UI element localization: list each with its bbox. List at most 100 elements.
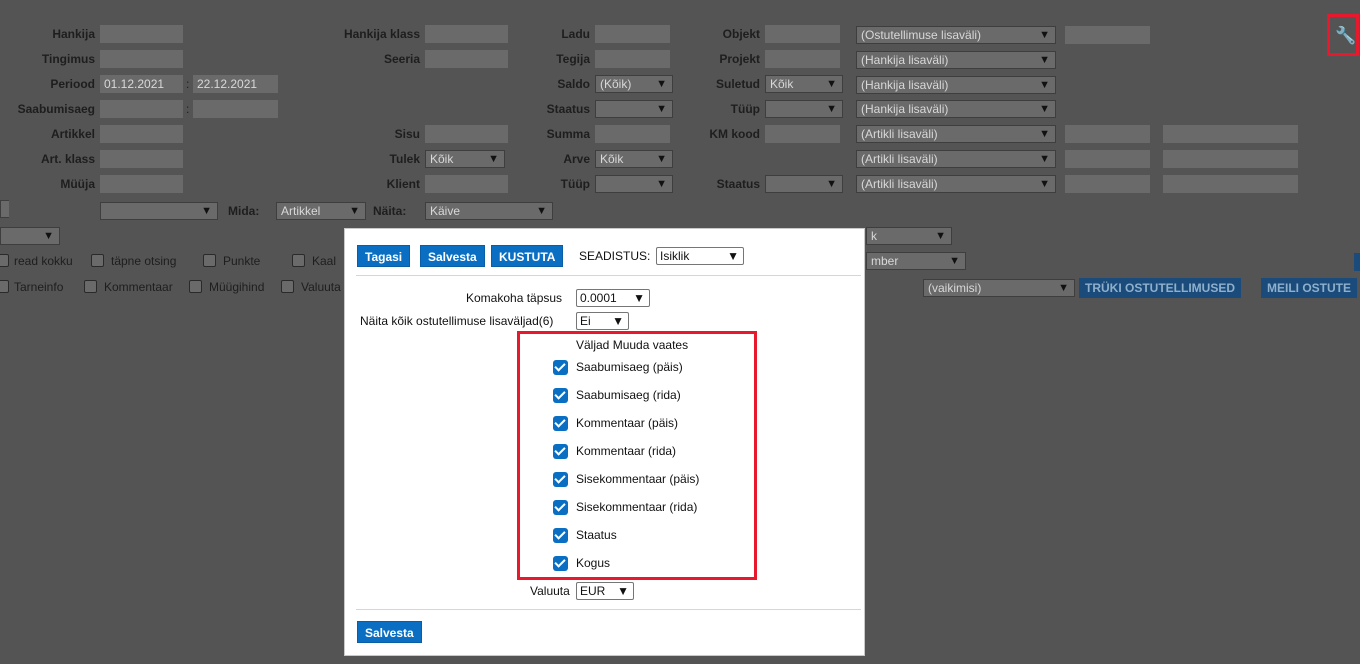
tapne-otsing-checkbox[interactable]	[91, 254, 104, 267]
field-label: Staatus	[576, 528, 617, 542]
print-template-value: (vaikimisi)	[928, 281, 982, 295]
label-arve: Arve	[563, 152, 590, 166]
kommentaar-checkbox[interactable]	[84, 280, 97, 293]
chevron-down-icon: ▼	[656, 103, 667, 115]
muugihind-checkbox[interactable]	[189, 280, 202, 293]
km-kood-field[interactable]	[765, 125, 840, 143]
right-edge-button[interactable]	[1354, 253, 1360, 271]
objekt-field[interactable]	[765, 25, 840, 43]
lisavali-value: (Artikli lisaväli)	[861, 177, 938, 191]
lisavali-value-field-6[interactable]	[1065, 150, 1150, 168]
show-fields-select[interactable]: Ei ▼	[576, 312, 629, 330]
klient-field[interactable]	[425, 175, 508, 193]
mail-orders-button[interactable]: MEILI OSTUTE	[1261, 278, 1357, 298]
lisavali-select-4[interactable]: (Hankija lisaväli) ▼	[856, 100, 1056, 118]
chevron-down-icon: ▼	[617, 584, 629, 598]
ladu-field[interactable]	[595, 25, 670, 43]
checkbox-checked[interactable]	[553, 556, 568, 571]
label-tuup: Tüüp	[560, 177, 590, 191]
lisavali-value-field-7[interactable]	[1065, 175, 1150, 193]
checkbox-checked[interactable]	[553, 528, 568, 543]
lisavali-select-1[interactable]: (Ostutellimuse lisaväli) ▼	[856, 26, 1056, 44]
lisavali-select-3[interactable]: (Hankija lisaväli) ▼	[856, 76, 1056, 94]
lisavali-value-field-1[interactable]	[1065, 26, 1150, 44]
kaal-checkbox[interactable]	[292, 254, 305, 267]
left-edge-select[interactable]	[0, 200, 9, 218]
tuup2-select[interactable]: ▼	[765, 100, 843, 118]
punkte-checkbox[interactable]	[203, 254, 216, 267]
lisavali-value-field-6b[interactable]	[1163, 150, 1298, 168]
naita-value: Käive	[430, 204, 461, 218]
settings-value: Isiklik	[660, 249, 690, 263]
lisavali-select-7[interactable]: (Artikli lisaväli) ▼	[856, 175, 1056, 193]
right-select-2[interactable]: mber ▼	[866, 252, 966, 270]
chevron-down-icon: ▼	[1039, 178, 1050, 190]
tulek-select[interactable]: Kõik ▼	[425, 150, 505, 168]
field-label: Sisekommentaar (päis)	[576, 472, 700, 486]
lisavali-value-field-5b[interactable]	[1163, 125, 1298, 143]
delete-button[interactable]: KUSTUTA	[491, 245, 564, 267]
tuup-select[interactable]: ▼	[595, 175, 673, 193]
checkbox-checked[interactable]	[553, 472, 568, 487]
lisavali-value-field-7b[interactable]	[1163, 175, 1298, 193]
arve-select[interactable]: Kõik ▼	[595, 150, 673, 168]
muugihind-label: Müügihind	[209, 280, 265, 294]
naita-select[interactable]: Käive ▼	[425, 202, 553, 220]
label-art-klass: Art. klass	[40, 152, 95, 166]
field-label: Kommentaar (päis)	[576, 416, 679, 430]
label-hankija-klass: Hankija klass	[343, 27, 420, 41]
tulek-value: Kõik	[430, 152, 454, 166]
tegija-field[interactable]	[595, 50, 670, 68]
checkbox-checked[interactable]	[553, 500, 568, 515]
hankija-field[interactable]	[100, 25, 183, 43]
read-kokku-checkbox[interactable]	[0, 254, 9, 267]
art-klass-field[interactable]	[100, 150, 183, 168]
bottom-save-button[interactable]: Salvesta	[357, 621, 422, 643]
label-suletud: Suletud	[716, 77, 760, 91]
checkbox-checked[interactable]	[553, 360, 568, 375]
muuja-field[interactable]	[100, 175, 183, 193]
saldo-select[interactable]: (Kõik) ▼	[595, 75, 673, 93]
print-orders-button[interactable]: TRÜKI OSTUTELLIMUSED	[1079, 278, 1241, 298]
tingimus-field[interactable]	[100, 50, 183, 68]
right-select-1[interactable]: k ▼	[866, 227, 952, 245]
valuuta-checkbox[interactable]	[281, 280, 294, 293]
group-select[interactable]: ▼	[100, 202, 218, 220]
checkbox-checked[interactable]	[553, 444, 568, 459]
artikkel-field[interactable]	[100, 125, 183, 143]
print-template-select[interactable]: (vaikimisi) ▼	[923, 279, 1075, 297]
hankija-klass-field[interactable]	[425, 25, 508, 43]
staatus2-select[interactable]: ▼	[765, 175, 843, 193]
lisavali-select-2[interactable]: (Hankija lisaväli) ▼	[856, 51, 1056, 69]
periood-from-field[interactable]: 01.12.2021	[100, 75, 183, 93]
row2-select[interactable]: ▼	[0, 227, 60, 245]
summa-field[interactable]	[595, 125, 670, 143]
periood-separator: :	[186, 77, 190, 91]
periood-to-field[interactable]: 22.12.2021	[193, 75, 278, 93]
checkbox-checked[interactable]	[553, 388, 568, 403]
tapne-otsing-label: täpne otsing	[111, 254, 177, 268]
save-button[interactable]: Salvesta	[420, 245, 485, 267]
mida-select[interactable]: Artikkel ▼	[276, 202, 366, 220]
suletud-select[interactable]: Kõik ▼	[765, 75, 843, 93]
saabumisaeg-from-field[interactable]	[100, 100, 183, 118]
lisavali-select-6[interactable]: (Artikli lisaväli) ▼	[856, 150, 1056, 168]
sisu-field[interactable]	[425, 125, 508, 143]
field-label: Sisekommentaar (rida)	[576, 500, 698, 514]
tarneinfo-checkbox[interactable]	[0, 280, 9, 293]
tarneinfo-label: Tarneinfo	[14, 280, 64, 294]
settings-label: SEADISTUS:	[579, 249, 651, 263]
projekt-field[interactable]	[765, 50, 840, 68]
settings-wrench-highlight[interactable]: 🔧	[1327, 14, 1359, 56]
back-button[interactable]: Tagasi	[357, 245, 411, 267]
saabumisaeg-to-field[interactable]	[193, 100, 278, 118]
field-label: Kogus	[576, 556, 611, 570]
decimal-select[interactable]: 0.0001 ▼	[576, 289, 650, 307]
lisavali-value-field-5[interactable]	[1065, 125, 1150, 143]
currency-select[interactable]: EUR ▼	[576, 582, 634, 600]
settings-select[interactable]: Isiklik ▼	[656, 247, 744, 265]
staatus-select[interactable]: ▼	[595, 100, 673, 118]
seeria-field[interactable]	[425, 50, 508, 68]
lisavali-select-5[interactable]: (Artikli lisaväli) ▼	[856, 125, 1056, 143]
checkbox-checked[interactable]	[553, 416, 568, 431]
